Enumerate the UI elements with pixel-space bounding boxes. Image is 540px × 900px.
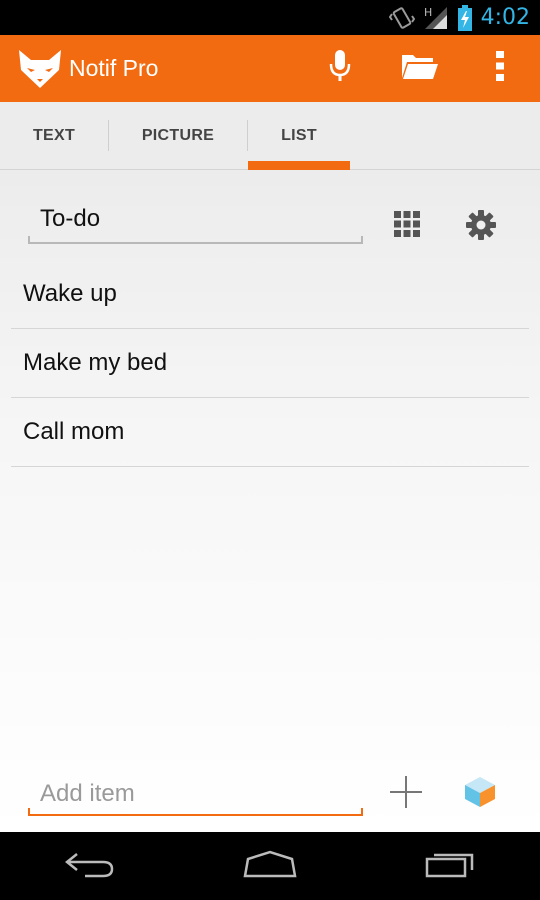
home-icon bbox=[242, 850, 298, 883]
add-item-button[interactable] bbox=[384, 772, 428, 816]
title-row: To-do bbox=[0, 200, 540, 260]
add-item-input[interactable]: Add item bbox=[28, 776, 363, 816]
open-folder-button[interactable] bbox=[380, 35, 460, 102]
back-arrow-icon bbox=[64, 850, 115, 883]
battery-charging-icon bbox=[457, 4, 473, 31]
grid-view-button[interactable] bbox=[385, 204, 429, 248]
overflow-menu-button[interactable] bbox=[460, 35, 540, 102]
back-button[interactable] bbox=[35, 832, 145, 900]
microphone-icon bbox=[328, 49, 352, 88]
cube-icon bbox=[464, 776, 496, 813]
voice-input-button[interactable] bbox=[300, 35, 380, 102]
network-type-label: H bbox=[424, 6, 432, 19]
plus-icon bbox=[389, 775, 423, 814]
app-title: Notif Pro bbox=[69, 55, 159, 81]
action-bar: Notif Pro bbox=[0, 35, 540, 102]
tab-bar: TEXT PICTURE LIST bbox=[0, 102, 540, 170]
add-item-row: Add item bbox=[0, 760, 540, 832]
recent-apps-icon bbox=[425, 850, 475, 883]
gear-icon bbox=[465, 209, 497, 246]
overflow-menu-icon bbox=[495, 50, 505, 87]
navigation-bar bbox=[0, 832, 540, 900]
vibrate-icon bbox=[388, 6, 415, 30]
folder-open-icon bbox=[401, 52, 439, 85]
list-title-input[interactable]: To-do bbox=[28, 200, 363, 244]
signal-icon: H bbox=[423, 5, 449, 31]
status-bar: H 4:02 bbox=[0, 0, 540, 35]
cube-widget-button[interactable] bbox=[460, 772, 500, 816]
todo-list: Wake up Make my bed Call mom bbox=[11, 260, 529, 467]
fox-logo-icon[interactable] bbox=[17, 46, 63, 92]
settings-button[interactable] bbox=[458, 204, 504, 250]
list-editor: To-do Wake up Make my bed Call mom Add i… bbox=[0, 170, 540, 832]
home-button[interactable] bbox=[215, 832, 325, 900]
list-item[interactable]: Call mom bbox=[11, 398, 529, 467]
grid-icon bbox=[394, 210, 420, 242]
recent-apps-button[interactable] bbox=[395, 832, 505, 900]
tab-text[interactable]: TEXT bbox=[0, 102, 108, 170]
list-item[interactable]: Make my bed bbox=[11, 329, 529, 398]
clock: 4:02 bbox=[480, 5, 530, 30]
tab-picture[interactable]: PICTURE bbox=[109, 102, 247, 170]
tab-list[interactable]: LIST bbox=[248, 102, 350, 170]
list-item[interactable]: Wake up bbox=[11, 260, 529, 329]
